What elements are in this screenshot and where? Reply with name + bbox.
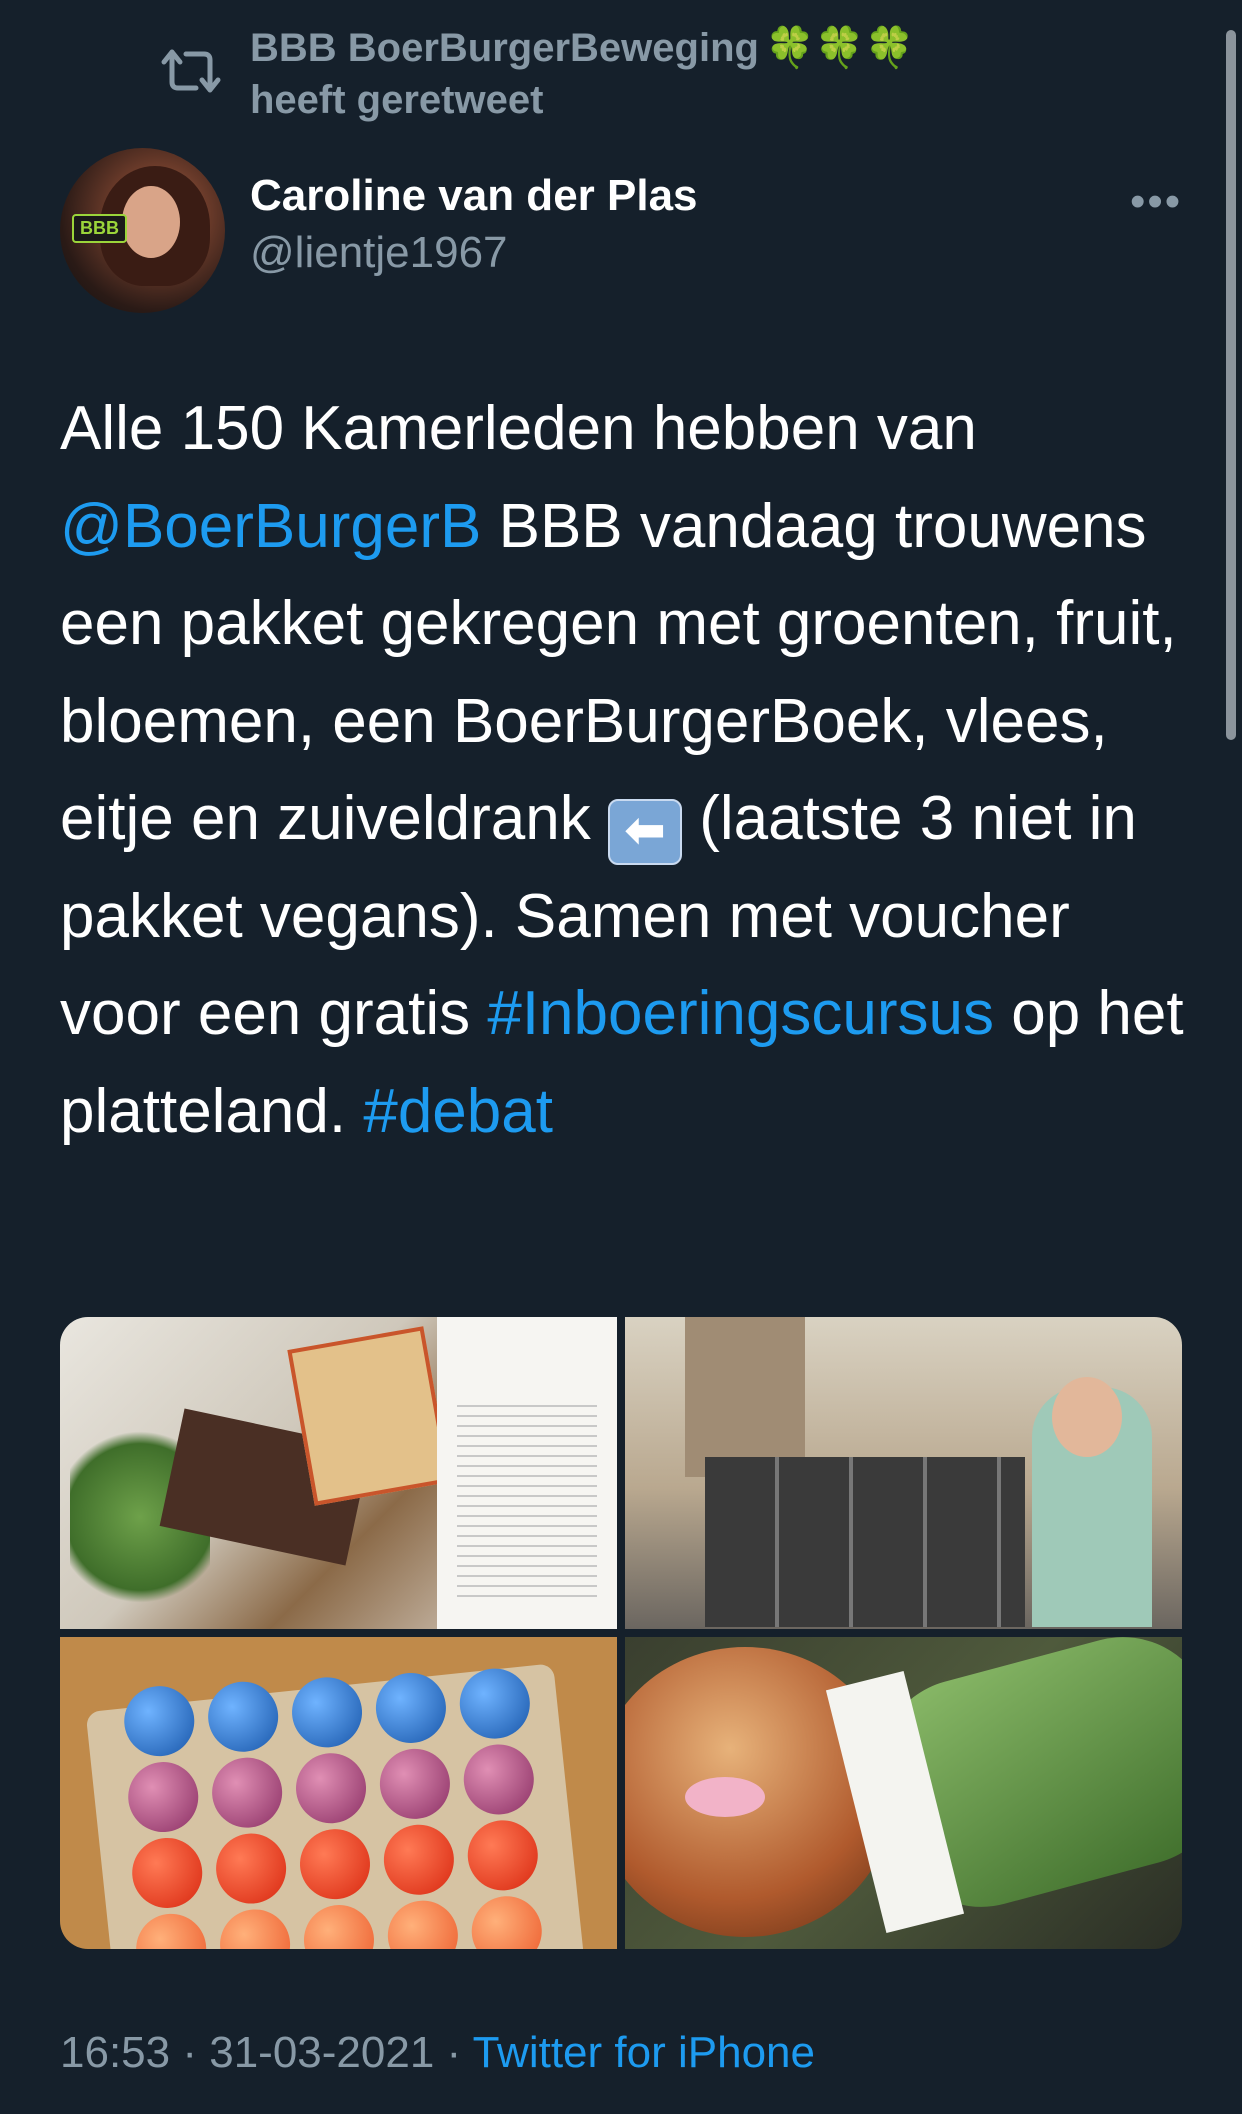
author-handle[interactable]: @lientje1967 — [250, 224, 698, 282]
egg — [134, 1912, 208, 1949]
avatar-badge: BBB — [72, 214, 127, 243]
egg — [206, 1679, 280, 1754]
clover-emoji: 🍀🍀🍀 — [764, 26, 915, 70]
egg — [469, 1894, 544, 1949]
avatar-face — [122, 186, 180, 258]
author-display-name[interactable]: Caroline van der Plas — [250, 168, 698, 224]
photo-person-head — [1052, 1377, 1122, 1457]
tweet-meta: 16:53 · 31-03-2021 · Twitter for iPhone — [60, 2025, 815, 2081]
egg — [130, 1836, 205, 1910]
egg — [290, 1675, 364, 1750]
media-grid — [60, 1317, 1182, 1949]
tweet-time[interactable]: 16:53 — [60, 2028, 170, 2077]
egg — [462, 1742, 536, 1817]
egg — [126, 1760, 201, 1834]
separator: · — [170, 2028, 210, 2077]
photo-sausage-pack — [287, 1326, 451, 1506]
retweet-icon — [161, 49, 221, 93]
tweet-source-link[interactable]: Twitter for iPhone — [473, 2028, 815, 2077]
photo-building — [685, 1317, 805, 1477]
egg — [210, 1755, 284, 1830]
retweet-suffix: heeft geretweet — [250, 78, 544, 122]
egg — [465, 1818, 540, 1893]
more-options-icon[interactable]: ••• — [1130, 180, 1182, 224]
author-info[interactable]: Caroline van der Plas @lientje1967 — [250, 168, 698, 282]
hashtag-link[interactable]: #debat — [363, 1077, 553, 1146]
hashtag-link[interactable]: #Inboeringscursus — [487, 979, 994, 1048]
photo-pear-sticker — [685, 1777, 765, 1817]
tweet-date[interactable]: 31-03-2021 — [209, 2028, 434, 2077]
egg — [458, 1666, 532, 1741]
egg — [294, 1751, 368, 1826]
media-photo-2[interactable] — [625, 1317, 1182, 1629]
mention-link[interactable]: @BoerBurgerB — [60, 492, 481, 561]
egg — [386, 1898, 460, 1949]
media-photo-1[interactable] — [60, 1317, 617, 1629]
media-photo-4[interactable] — [625, 1637, 1182, 1949]
egg — [214, 1831, 288, 1906]
egg — [122, 1684, 197, 1758]
tweet-text-part: Alle 150 Kamerleden hebben van — [60, 394, 977, 463]
retweet-label: BBB BoerBurgerBeweging 🍀🍀🍀 heeft geretwee… — [250, 22, 914, 126]
photo-display-board — [705, 1457, 1025, 1627]
avatar[interactable]: BBB — [60, 148, 225, 313]
retweeter-name: BBB BoerBurgerBeweging — [250, 26, 759, 70]
left-arrow-emoji: ⬅ — [607, 799, 682, 865]
photo-eggs — [122, 1666, 551, 1949]
egg — [382, 1822, 456, 1897]
egg — [218, 1907, 292, 1949]
tweet-text: Alle 150 Kamerleden hebben van @BoerBurge… — [60, 380, 1190, 1160]
egg — [302, 1903, 376, 1949]
egg — [378, 1747, 452, 1821]
retweet-context[interactable]: BBB BoerBurgerBeweging 🍀🍀🍀 heeft geretwee… — [160, 22, 914, 126]
photo-letter — [437, 1317, 617, 1629]
media-photo-3[interactable] — [60, 1637, 617, 1949]
egg — [374, 1671, 448, 1745]
egg — [298, 1827, 372, 1901]
scrollbar[interactable] — [1226, 30, 1236, 740]
separator: · — [434, 2028, 473, 2077]
